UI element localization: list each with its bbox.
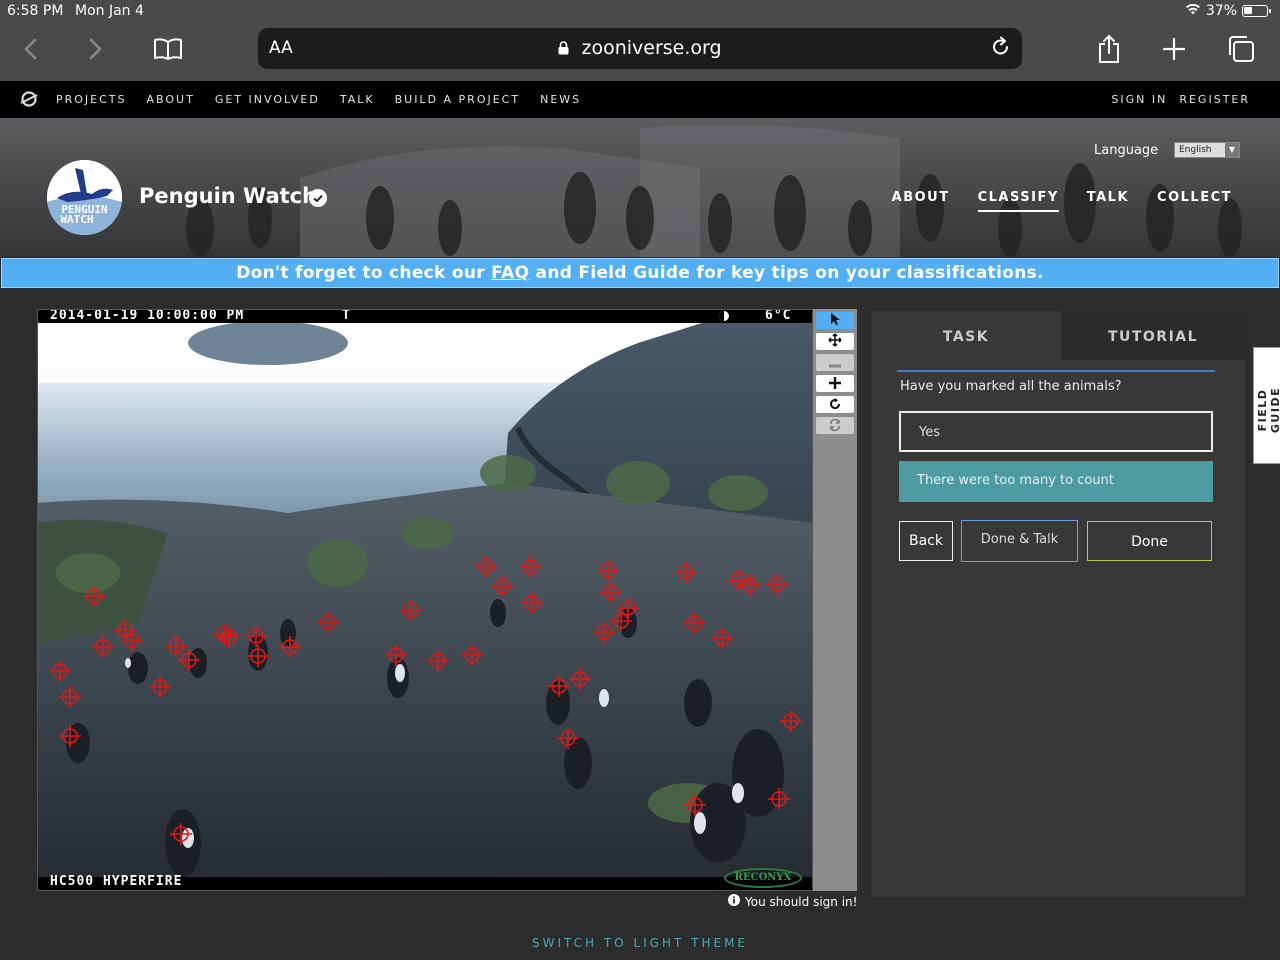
forward-icon[interactable] [78,31,114,67]
nav-build-a-project[interactable]: BUILD A PROJECT [395,93,521,106]
minus-icon [829,353,841,372]
browser-chrome: 6:58 PM Mon Jan 4 37% AA zooniverse.org [0,0,1280,81]
language-value: English [1179,145,1212,155]
zoom-out-button[interactable] [816,354,854,371]
camera-datetime: 2014-01-19 10:00:00 PM [50,309,245,323]
sign-in-note-text: You should sign in! [745,894,858,909]
move-icon [828,332,842,351]
battery-percent: 37% [1205,3,1237,19]
sign-in-note: You should sign in! [728,894,857,909]
viewer-toolbar [813,309,857,891]
verified-icon [309,189,327,211]
language-select[interactable]: English ▼ [1174,142,1240,158]
project-logo[interactable]: PENGUIN WATCH [47,160,122,235]
refresh-icon [829,416,841,435]
rotate-button[interactable] [816,396,854,413]
lock-icon [558,37,581,59]
subject-image[interactable] [38,323,813,879]
subject-viewer[interactable]: 2014-01-19 10:00:00 PM T 6°C HC500 HYPER… [37,309,813,891]
status-date: Mon Jan 4 [75,3,144,19]
reset-view-button[interactable] [816,417,854,434]
done-button[interactable]: Done [1087,521,1212,561]
battery-icon [1242,5,1271,17]
wifi-icon [1185,3,1201,19]
camera-info-strip: 2014-01-19 10:00:00 PM T 6°C [38,309,812,323]
status-right: 37% [1185,3,1271,19]
tab-underline [897,370,1215,372]
project-nav-classify[interactable]: CLASSIFY [977,190,1059,212]
address-bar[interactable]: AA zooniverse.org [258,28,1022,69]
project-title[interactable]: Penguin Watch [139,184,317,208]
nav-news[interactable]: NEWS [540,93,581,106]
url-display[interactable]: zooniverse.org [258,37,1022,59]
camera-model: HC500 HYPERFIRE [50,874,183,889]
url-text: zooniverse.org [581,37,722,59]
nav-get-involved[interactable]: GET INVOLVED [215,93,320,106]
field-guide-tab[interactable]: FIELD GUIDE [1253,347,1280,464]
register-link[interactable]: REGISTER [1179,93,1250,106]
pan-tool-button[interactable] [816,333,854,350]
sign-in-link[interactable]: SIGN IN [1111,93,1167,106]
project-nav-about[interactable]: ABOUT [892,190,950,212]
share-icon[interactable] [1091,31,1127,67]
project-nav-talk[interactable]: TALK [1087,190,1129,212]
new-tab-icon[interactable] [1156,31,1192,67]
zoom-in-button[interactable] [816,375,854,392]
nav-projects[interactable]: PROJECTS [56,93,127,106]
faq-link[interactable]: FAQ [491,263,529,283]
banner-prefix: Don't forget to check our [236,263,492,283]
plus-icon [829,374,841,393]
zooniverse-logo-icon[interactable] [20,90,38,112]
back-button[interactable]: Back [899,521,953,561]
theme-switch-button[interactable]: SWITCH TO LIGHT THEME [0,936,1280,950]
tabs-icon[interactable] [1223,31,1259,67]
tab-task[interactable]: TASK [871,311,1061,360]
bookmarks-icon[interactable] [150,31,186,67]
camera-flag: T [342,309,351,323]
auth-links: SIGN IN REGISTER [1111,93,1250,106]
reload-icon[interactable] [990,36,1012,62]
field-guide-label: FIELD GUIDE [1256,386,1280,434]
announcement-banner: Don't forget to check our FAQ and Field … [1,258,1279,288]
status-bar: 6:58 PM Mon Jan 4 37% [0,0,1280,24]
task-panel: TASK TUTORIAL Have you marked all the an… [871,311,1245,897]
banner-suffix: and Field Guide for key tips on your cla… [529,263,1044,283]
nav-about[interactable]: ABOUT [147,93,195,106]
language-label: Language [1094,143,1159,158]
status-time: 6:58 PM [7,3,64,19]
annotate-tool-button[interactable] [816,312,854,329]
camera-model-strip: HC500 HYPERFIRE [38,874,812,890]
project-nav-collect[interactable]: COLLECT [1157,190,1232,212]
project-header: PENGUIN WATCH Penguin Watch Language Eng… [0,118,1280,257]
done-and-talk-button[interactable]: Done & Talk [961,520,1078,562]
task-question: Have you marked all the animals? [900,379,1122,394]
back-icon[interactable] [12,31,48,67]
reconyx-logo: RECONYX [724,868,802,888]
answer-yes[interactable]: Yes [899,411,1213,452]
answer-too-many[interactable]: There were too many to count [899,461,1213,502]
nav-talk[interactable]: TALK [340,93,375,106]
info-icon [728,894,740,909]
site-nav-links: PROJECTS ABOUT GET INVOLVED TALK BUILD A… [56,93,581,106]
rotate-icon [829,395,841,414]
camera-temperature: 6°C [765,309,792,323]
tab-tutorial[interactable]: TUTORIAL [1061,311,1245,360]
site-nav: PROJECTS ABOUT GET INVOLVED TALK BUILD A… [0,81,1280,118]
logo-text-line2: WATCH [60,213,93,226]
project-nav: ABOUT CLASSIFY TALK COLLECT [892,190,1232,212]
chevron-down-icon: ▼ [1225,143,1239,157]
cursor-icon [829,311,841,330]
